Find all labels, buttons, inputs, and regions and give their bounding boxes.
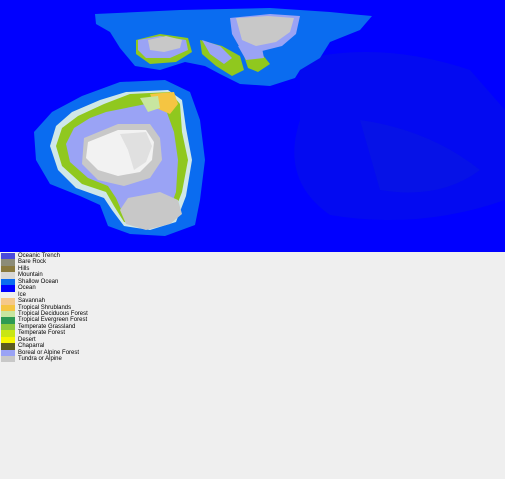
legend-label: Tundra or Alpine [18,356,62,362]
legend-swatch [1,356,15,363]
terrain-map [0,0,505,252]
biome-legend: Oceanic Trench Bare Rock Hills Mountain Shal… [0,253,140,363]
legend-item: Tundra or Alpine [0,356,140,363]
